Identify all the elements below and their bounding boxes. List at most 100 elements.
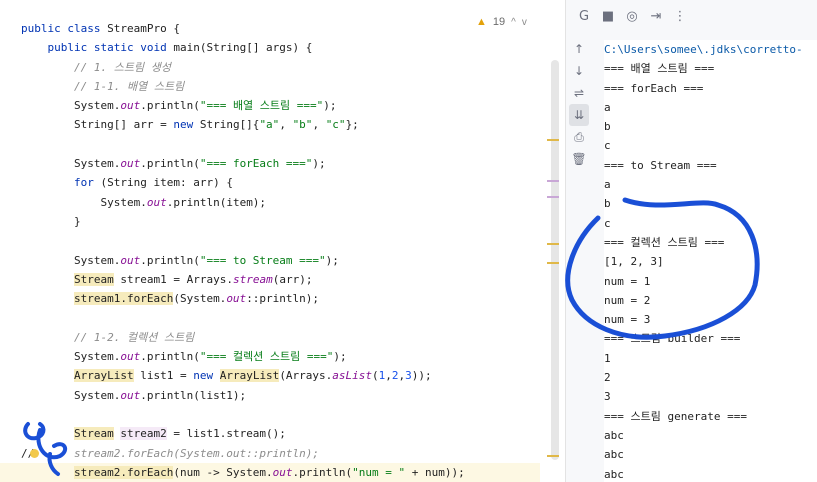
code-line[interactable]: // 1-2. 컬렉션 스트림: [0, 328, 540, 347]
more-icon[interactable]: ⋮: [672, 9, 688, 24]
code-token: );: [325, 253, 339, 267]
code-line[interactable]: System.out.println("=== to Stream ===");: [0, 251, 540, 270]
code-line[interactable]: String[] arr = new String[]{"a", "b", "c…: [0, 115, 540, 134]
code-line[interactable]: for (String item: arr) {: [0, 173, 540, 192]
code-token: System.: [21, 350, 121, 364]
code-line-text: // 1-2. 컬렉션 스트림: [21, 328, 194, 347]
code-line[interactable]: System.out.println(item);: [0, 193, 540, 212]
code-line-text: String[] arr = new String[]{"a", "b", "c…: [21, 115, 359, 134]
code-token: // 1. 스트림 생성: [73, 60, 171, 74]
code-token: };: [345, 118, 359, 132]
code-line[interactable]: // 1-1. 배열 스트림: [0, 77, 540, 96]
camera-icon[interactable]: ◎: [624, 9, 640, 24]
code-token: StreamPro {: [107, 22, 180, 35]
code-line[interactable]: System.out.println("=== forEach ===");: [0, 154, 540, 173]
console-output-line: abc: [604, 428, 624, 442]
console-output-line: === 스트림 builder ===: [604, 332, 741, 346]
code-token: out: [272, 465, 293, 479]
code-lines: public class StreamPro { public static v…: [0, 19, 540, 482]
scroll-up-icon[interactable]: ↑: [566, 38, 592, 60]
run-side-toolbar: ↑ ↓ ⇌ ⇊ ⎙ 🗑: [566, 38, 592, 170]
code-line[interactable]: stream2.forEach(num -> System.out.printl…: [0, 462, 540, 482]
warning-marker[interactable]: [547, 139, 559, 141]
code-token: = list1.stream();: [166, 427, 286, 441]
code-line[interactable]: public static void main(String[] args) {: [0, 38, 540, 57]
warning-marker[interactable]: [547, 243, 559, 245]
code-line[interactable]: // stream2.forEach(System.out::println);: [0, 444, 540, 463]
lightbulb-icon[interactable]: [30, 449, 39, 458]
code-line-text: System.out.println(list1);: [21, 386, 246, 405]
code-line[interactable]: System.out.println("=== 컬렉션 스트림 ===");: [0, 347, 540, 366]
code-line[interactable]: stream1.forEach(System.out::println);: [0, 289, 540, 308]
code-line[interactable]: [0, 231, 540, 250]
code-token: System.: [21, 99, 121, 113]
code-token: public class: [21, 22, 108, 35]
code-token: }: [21, 214, 81, 228]
code-token: (System.: [173, 292, 227, 306]
code-line[interactable]: ArrayList list1 = new ArrayList(Arrays.a…: [0, 366, 540, 385]
scroll-to-end-icon[interactable]: ⇊: [569, 104, 589, 126]
warning-marker[interactable]: [547, 455, 559, 457]
usage-marker[interactable]: [547, 196, 559, 198]
code-line[interactable]: public class StreamPro {: [0, 19, 540, 38]
warning-marker[interactable]: [547, 262, 559, 264]
code-token: .println(: [140, 253, 200, 267]
code-token: (arr);: [272, 272, 313, 286]
code-token: "=== 컬렉션 스트림 ===": [199, 350, 334, 364]
console-output-line: === 배열 스트림 ===: [604, 62, 715, 76]
code-token: ArrayList: [73, 369, 134, 383]
console-output-line: === to Stream ===: [604, 158, 717, 172]
run-tool-window: G ■ ◎ ⇥ ⋮ ↑ ↓ ⇌ ⇊ ⎙ 🗑 C:\Users\somee\.jdks\corret…: [565, 0, 817, 482]
code-token: list1 =: [133, 369, 194, 383]
code-token: ::println);: [246, 292, 320, 306]
code-token: // 1-1. 배열 스트림: [73, 79, 185, 93]
code-token: for: [73, 176, 101, 190]
rerun-icon[interactable]: G: [576, 9, 592, 24]
code-token: ArrayList: [219, 369, 280, 383]
code-token: Stream: [73, 427, 114, 441]
editor-scrollbar[interactable]: [551, 60, 559, 460]
console-output[interactable]: C:\Users\somee\.jdks\corretto- === 배열 스트림…: [604, 40, 817, 482]
console-output-line: === 컬렉션 스트림 ===: [604, 235, 725, 249]
code-line[interactable]: [0, 405, 540, 424]
console-output-line: === forEach ===: [604, 81, 704, 95]
code-editor[interactable]: ▲ 19 ^ v public class StreamPro { public…: [0, 0, 565, 482]
code-token: "=== to Stream ===": [199, 253, 326, 267]
console-output-line: num = 1: [604, 274, 651, 288]
code-line[interactable]: Stream stream2 = list1.stream();: [0, 424, 540, 443]
clear-icon[interactable]: 🗑: [566, 148, 592, 170]
code-token: Stream: [73, 272, 114, 286]
code-token: out: [120, 388, 141, 402]
code-line[interactable]: [0, 135, 540, 154]
code-token: out: [226, 292, 247, 306]
code-line[interactable]: }: [0, 212, 540, 231]
usage-marker[interactable]: [547, 180, 559, 182]
code-token: new: [173, 118, 200, 132]
code-token: .println(item);: [166, 195, 267, 209]
code-line[interactable]: System.out.println(list1);: [0, 386, 540, 405]
code-line[interactable]: [0, 308, 540, 327]
code-token: );: [333, 350, 347, 364]
code-line[interactable]: System.out.println("=== 배열 스트림 ===");: [0, 96, 540, 115]
scroll-down-icon[interactable]: ↓: [566, 60, 592, 82]
code-token: stream2.forEach: [73, 465, 174, 479]
code-line-text: Stream stream2 = list1.stream();: [21, 424, 286, 443]
print-icon[interactable]: ⎙: [566, 126, 592, 148]
code-line-text: // 1. 스트림 생성: [21, 58, 171, 77]
code-token: .println(: [140, 350, 200, 364]
soft-wrap-icon[interactable]: ⇌: [566, 82, 592, 104]
code-line-text: System.out.println("=== 배열 스트림 ===");: [21, 96, 337, 115]
stop-icon[interactable]: ■: [600, 9, 616, 24]
code-token: out: [120, 253, 141, 267]
code-token: (Arrays.: [279, 369, 333, 383]
console-output-line: 3: [604, 390, 611, 404]
code-line[interactable]: Stream stream1 = Arrays.stream(arr);: [0, 270, 540, 289]
console-output-line: a: [604, 178, 611, 192]
code-token: out: [120, 157, 141, 171]
code-line[interactable]: // 1. 스트림 생성: [0, 58, 540, 77]
exit-icon[interactable]: ⇥: [648, 9, 664, 24]
code-line-text: ArrayList list1 = new ArrayList(Arrays.a…: [21, 366, 432, 385]
